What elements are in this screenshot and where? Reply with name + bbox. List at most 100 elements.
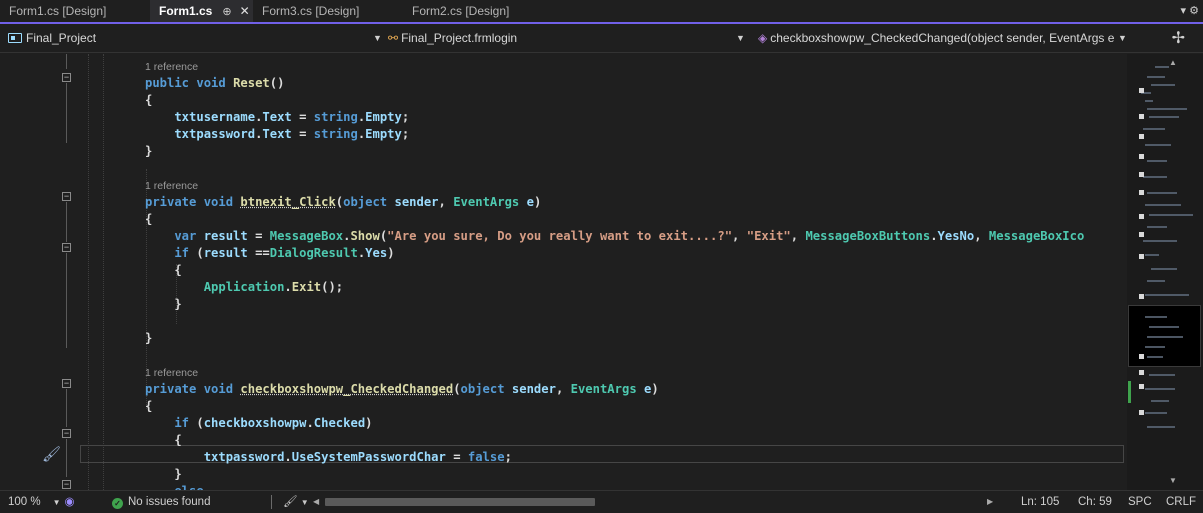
issues-label: No issues found	[128, 496, 211, 508]
code-line[interactable]: }	[145, 143, 152, 160]
class-dropdown[interactable]: ⚯ Final_Project.frmlogin ▼	[388, 29, 746, 48]
pin-icon[interactable]: ⊕	[222, 1, 231, 23]
reference-count[interactable]: 1 reference	[145, 61, 198, 73]
code-token: }	[145, 297, 182, 311]
code-line[interactable]: if (checkboxshowpw.Checked)	[145, 415, 372, 432]
reference-count[interactable]: 1 reference	[145, 367, 198, 379]
minimap-line	[1145, 100, 1153, 102]
tab-label: Form1.cs	[159, 4, 213, 18]
code-token: ,	[974, 229, 989, 243]
tab-form1-design[interactable]: Form1.cs [Design]	[0, 0, 150, 22]
code-token: txtusername	[145, 110, 256, 124]
collapse-icon[interactable]: −	[62, 429, 71, 438]
code-token: ,	[555, 382, 571, 396]
code-line[interactable]: {	[145, 211, 152, 228]
code-token: Text	[262, 127, 292, 141]
whitespace-indicator[interactable]: SPC	[1128, 491, 1152, 513]
code-line[interactable]: }	[145, 330, 152, 347]
collapse-icon[interactable]: −	[62, 480, 71, 489]
code-line[interactable]: else	[145, 483, 203, 490]
code-line[interactable]: txtpassword.UseSystemPasswordChar = fals…	[145, 449, 512, 466]
code-token: if	[145, 416, 197, 430]
class-icon: ⚯	[388, 31, 399, 45]
code-line[interactable]: Application.Exit();	[145, 279, 343, 296]
code-line[interactable]: }	[145, 296, 182, 313]
tab-label: Form2.cs [Design]	[412, 4, 510, 18]
minimap-line	[1143, 176, 1167, 178]
minimap-line	[1149, 326, 1179, 328]
split-window-icon[interactable]: ✢	[1172, 28, 1185, 48]
code-lens-reference[interactable]: 1 reference	[145, 364, 198, 381]
collapse-icon[interactable]: −	[62, 73, 71, 82]
code-token: ();	[321, 280, 344, 294]
collapse-icon[interactable]: −	[62, 379, 71, 388]
code-line[interactable]: {	[145, 92, 152, 109]
column-indicator[interactable]: Ch: 59	[1078, 491, 1112, 513]
minimap-line	[1151, 400, 1169, 402]
line-ending-indicator[interactable]: CRLF	[1166, 491, 1196, 513]
code-lens-reference[interactable]: 1 reference	[145, 58, 198, 75]
code-line[interactable]: }	[145, 466, 182, 483]
member-dropdown[interactable]: ◈ checkboxshowpw_CheckedChanged(object se…	[758, 29, 1126, 48]
tab-overflow-icon[interactable]: ▾ ⚙	[1181, 0, 1199, 22]
zoom-dropdown[interactable]: 100 % ▼ ◉	[8, 491, 75, 513]
code-lens-reference[interactable]: 1 reference	[145, 177, 198, 194]
code-line[interactable]: txtusername.Text = string.Empty;	[145, 109, 409, 126]
code-line[interactable]: {	[145, 398, 152, 415]
tab-label: Form3.cs [Design]	[262, 4, 360, 18]
code-token: ;	[504, 450, 512, 464]
minimap-marker	[1139, 232, 1144, 237]
tab-form2-design[interactable]: Form2.cs [Design]	[403, 0, 553, 22]
chevron-down-icon: ▼	[736, 33, 745, 43]
line-indicator[interactable]: Ln: 105	[1021, 491, 1059, 513]
code-token: result	[203, 246, 248, 260]
code-line[interactable]: txtpassword.Text = string.Empty;	[145, 126, 409, 143]
code-line[interactable]: public void Reset()	[145, 75, 284, 92]
scroll-right-icon[interactable]: ▶	[987, 491, 993, 513]
quick-actions-brush-icon[interactable]: 🖌	[42, 445, 61, 463]
issues-indicator[interactable]: ✓ No issues found	[112, 491, 210, 513]
chevron-down-icon: ▼	[52, 498, 61, 507]
code-token: =	[291, 127, 314, 141]
scroll-up-icon[interactable]: ▲	[1169, 58, 1177, 67]
horizontal-scrollbar-thumb[interactable]	[325, 498, 595, 506]
collapse-icon[interactable]: −	[62, 243, 71, 252]
code-line[interactable]: private void checkboxshowpw_CheckedChang…	[145, 381, 659, 398]
project-dropdown[interactable]: Final_Project ▼	[0, 29, 383, 48]
copilot-icon[interactable]: ◉	[65, 496, 75, 508]
code-token: checkboxshowpw_CheckedChanged	[240, 382, 454, 396]
minimap-marker	[1139, 88, 1144, 93]
code-editor[interactable]: − − − − − − 🖌 1 reference public void Res…	[0, 54, 1127, 490]
code-token: .	[930, 229, 938, 243]
minimap-line	[1145, 316, 1167, 318]
code-token: ,	[790, 229, 806, 243]
code-line[interactable]: var result = MessageBox.Show("Are you su…	[145, 228, 1084, 245]
code-line[interactable]: {	[145, 262, 181, 279]
collapse-icon[interactable]: −	[62, 192, 71, 201]
chevron-down-icon: ▼	[373, 33, 382, 43]
code-line[interactable]: {	[145, 432, 181, 449]
close-icon[interactable]: ✕	[240, 0, 250, 22]
tab-form1-cs[interactable]: Form1.cs ⊕ ✕	[150, 0, 253, 22]
code-line[interactable]: if (result ==DialogResult.Yes)	[145, 245, 394, 262]
scroll-down-icon[interactable]: ▼	[1169, 476, 1177, 485]
code-token: (	[196, 416, 204, 430]
code-token: sender	[504, 382, 556, 396]
minimap-marker	[1139, 354, 1144, 359]
reference-count[interactable]: 1 reference	[145, 180, 198, 192]
code-token: string	[313, 110, 358, 124]
code-token: string	[313, 127, 358, 141]
minimap-scrollbar[interactable]: ▲ ▼	[1127, 54, 1203, 490]
code-area[interactable]: 1 reference public void Reset(){ txtusern…	[113, 54, 1127, 490]
code-cleanup-icon[interactable]: 🖌 ▼	[283, 491, 309, 513]
code-token: }	[145, 467, 182, 481]
scroll-left-icon[interactable]: ◀	[313, 491, 319, 513]
code-line[interactable]: private void btnexit_Click(object sender…	[145, 194, 541, 211]
code-token: checkboxshowpw	[203, 416, 307, 430]
tab-form3-design[interactable]: Form3.cs [Design]	[253, 0, 403, 22]
zoom-level: 100 %	[8, 496, 41, 508]
code-token: EventArgs	[453, 195, 520, 209]
code-token: txtpassword	[145, 127, 256, 141]
tab-label: Form1.cs [Design]	[9, 4, 107, 18]
code-token: MessageBox	[269, 229, 344, 243]
